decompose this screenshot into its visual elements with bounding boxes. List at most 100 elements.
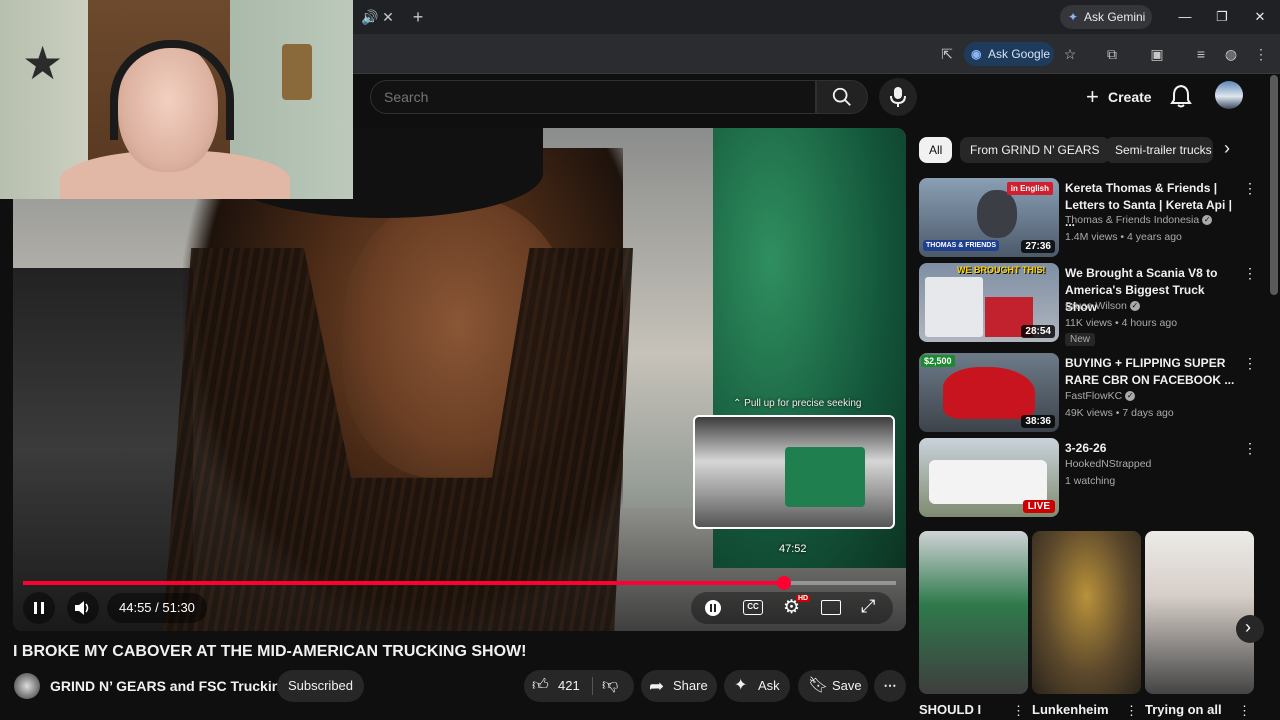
- like-divider: [592, 677, 593, 695]
- autoplay-toggle[interactable]: [705, 600, 721, 616]
- thumb-truck: [925, 277, 983, 337]
- search-input[interactable]: [371, 81, 815, 113]
- more-vertical-icon[interactable]: ⋮: [1243, 355, 1257, 372]
- minimize-icon[interactable]: —: [1174, 7, 1196, 27]
- like-count[interactable]: 421: [558, 670, 580, 702]
- thumb-text: WE BROUGHT THIS!: [957, 265, 1046, 275]
- dislike-icon[interactable]: 👎︎: [602, 670, 618, 702]
- ask-gemini-button[interactable]: ✦ Ask Gemini: [1060, 5, 1152, 29]
- recommendation-meta: 1.4M views • 4 years ago: [1065, 231, 1182, 243]
- recommendation-item[interactable]: LIVE 3-26-26 HookedNStrapped 1 watching …: [919, 438, 1264, 520]
- live-badge: LIVE: [1022, 500, 1055, 513]
- channel-name[interactable]: GRIND N’ GEARS and FSC Trucking: [50, 678, 289, 694]
- chip-from-channel[interactable]: From GRIND N’ GEARS: [960, 137, 1110, 163]
- volume-button[interactable]: [67, 592, 99, 624]
- chips-next-icon[interactable]: ›: [1224, 138, 1230, 159]
- media-controls-icon[interactable]: ≡: [1191, 44, 1211, 64]
- save-button[interactable]: 🔖︎ Save: [798, 670, 868, 702]
- recommendation-item[interactable]: $2,500 38:36 BUYING + FLIPPING SUPER RAR…: [919, 353, 1264, 435]
- more-vertical-icon[interactable]: ⋮: [1012, 703, 1025, 719]
- window-close-icon[interactable]: ✕: [1249, 7, 1271, 27]
- more-actions-button[interactable]: ⋯: [874, 670, 906, 702]
- webcam-overlay: ★: [0, 0, 353, 199]
- thumb-text: THOMAS & FRIENDS: [923, 240, 999, 251]
- chip-semi-trailer-trucks[interactable]: Semi-trailer trucks: [1105, 137, 1213, 163]
- recommendation-item[interactable]: in English THOMAS & FRIENDS 27:36 Kereta…: [919, 178, 1264, 260]
- ask-google-button[interactable]: ◉ Ask Google: [964, 42, 1054, 66]
- search-button[interactable]: [816, 80, 868, 114]
- save-label: Save: [832, 678, 862, 693]
- player-right-controls: CC ⚙ HD ⤢: [691, 592, 893, 624]
- ask-gemini-label: Ask Gemini: [1084, 10, 1146, 24]
- recommendation-channel: Thomas & Friends Indonesia ✓: [1065, 214, 1213, 226]
- progress-bar[interactable]: [23, 576, 896, 590]
- ask-spark-icon: ✦: [734, 677, 748, 694]
- more-vertical-icon[interactable]: ⋮: [1243, 440, 1257, 457]
- account-avatar[interactable]: [1215, 81, 1243, 109]
- create-label: Create: [1108, 89, 1152, 105]
- page-scrollbar[interactable]: [1270, 75, 1278, 295]
- time-display: 44:55 / 51:30: [107, 593, 207, 623]
- split-view-icon[interactable]: ▣: [1147, 44, 1167, 64]
- new-tab-icon[interactable]: +: [408, 7, 428, 27]
- subscribed-button[interactable]: Subscribed: [277, 670, 364, 702]
- tab-audio-icon[interactable]: 🔊: [360, 7, 380, 27]
- bookmark-star-icon[interactable]: ☆: [1060, 44, 1080, 64]
- microphone-icon: [890, 87, 906, 107]
- short-thumbnail[interactable]: [1032, 531, 1141, 694]
- video-title: I BROKE MY CABOVER AT THE MID-AMERICAN T…: [13, 643, 527, 660]
- search-box: [370, 80, 816, 114]
- more-vertical-icon[interactable]: ⋮: [1243, 265, 1257, 282]
- captions-icon[interactable]: CC: [743, 600, 763, 615]
- create-button[interactable]: + Create: [1078, 80, 1158, 114]
- verified-icon: ✓: [1125, 391, 1136, 402]
- thumb-text: $2,500: [921, 355, 955, 367]
- browser-menu-icon[interactable]: ⋮: [1251, 44, 1271, 64]
- channel-avatar[interactable]: [14, 673, 40, 699]
- recommendation-channel: FastFlowKC ✓: [1065, 390, 1136, 402]
- preview-truck: [785, 447, 865, 507]
- ask-button[interactable]: ✦ Ask: [724, 670, 790, 702]
- extensions-icon[interactable]: ⧉: [1102, 44, 1122, 64]
- recommendation-meta: 1 watching: [1065, 475, 1116, 487]
- short-thumbnail[interactable]: [1145, 531, 1254, 694]
- fullscreen-icon[interactable]: ⤢: [861, 596, 875, 617]
- voice-search-button[interactable]: [879, 78, 917, 116]
- shorts-next-button[interactable]: ›: [1236, 615, 1264, 643]
- short-title[interactable]: SHOULD I: [919, 702, 981, 717]
- notifications-button[interactable]: [1168, 82, 1194, 110]
- share-icon: ➦: [649, 676, 665, 696]
- recommendation-thumbnail[interactable]: LIVE: [919, 438, 1059, 517]
- recommendation-title[interactable]: 3-26-26: [1065, 440, 1235, 457]
- progress-played: [23, 581, 785, 585]
- pause-button[interactable]: [23, 592, 55, 624]
- pause-icon: [34, 602, 44, 614]
- install-app-icon[interactable]: ⇱: [937, 44, 957, 64]
- chip-all[interactable]: All: [919, 137, 953, 163]
- recommendation-item[interactable]: WE BROUGHT THIS! 28:54 We Brought a Scan…: [919, 263, 1264, 346]
- bell-icon: [1170, 84, 1192, 108]
- like-icon[interactable]: 👍︎: [532, 670, 549, 702]
- short-title[interactable]: Trying on all: [1145, 702, 1222, 717]
- short-title[interactable]: Lunkenheim: [1032, 702, 1109, 717]
- recommendation-thumbnail[interactable]: $2,500 38:36: [919, 353, 1059, 432]
- more-vertical-icon[interactable]: ⋮: [1243, 180, 1257, 197]
- short-thumbnail[interactable]: [919, 531, 1028, 694]
- recommendation-meta: 49K views • 7 days ago: [1065, 407, 1174, 419]
- theater-mode-icon[interactable]: [821, 600, 841, 615]
- more-vertical-icon[interactable]: ⋮: [1125, 703, 1138, 719]
- profile-icon[interactable]: ◍: [1221, 44, 1241, 64]
- restore-icon[interactable]: ❐: [1211, 7, 1233, 27]
- channel-label: Bruce Wilson: [1065, 300, 1127, 312]
- more-vertical-icon[interactable]: ⋮: [1238, 703, 1251, 719]
- recommendation-thumbnail[interactable]: WE BROUGHT THIS! 28:54: [919, 263, 1059, 342]
- video-player[interactable]: ⌃ Pull up for precise seeking 47:52 44:5…: [13, 128, 906, 631]
- recommendation-title[interactable]: BUYING + FLIPPING SUPER RARE CBR ON FACE…: [1065, 355, 1235, 389]
- thumb-text: in English: [1006, 182, 1053, 195]
- share-button[interactable]: ➦ Share: [641, 670, 717, 702]
- tab-close-icon[interactable]: ✕: [378, 7, 398, 27]
- search-icon: [832, 87, 851, 106]
- webcam-wall-decoration: [282, 44, 312, 100]
- video-frame-booth: [13, 268, 193, 631]
- recommendation-thumbnail[interactable]: in English THOMAS & FRIENDS 27:36: [919, 178, 1059, 257]
